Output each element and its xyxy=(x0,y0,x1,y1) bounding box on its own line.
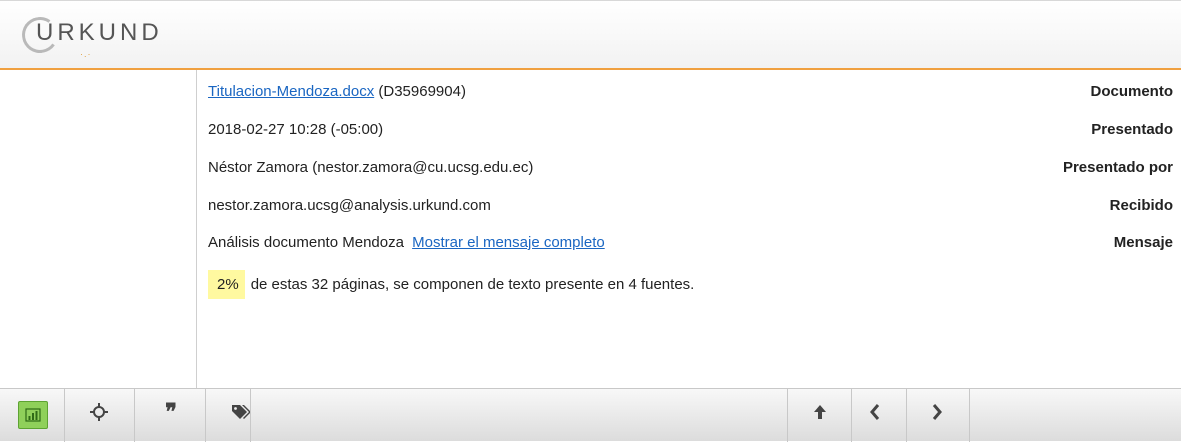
next-button[interactable] xyxy=(920,397,954,427)
quote-icon: ❞ xyxy=(165,399,177,425)
documento-label: Documento xyxy=(1090,83,1174,100)
show-full-message-link[interactable]: Mostrar el mensaje completo xyxy=(412,234,605,251)
mensaje-label: Mensaje xyxy=(1113,234,1173,251)
presentado-por-label: Presentado por xyxy=(1062,159,1173,176)
similarity-percent-badge: 2% xyxy=(208,270,245,299)
bar-chart-button[interactable] xyxy=(18,401,48,429)
quote-button[interactable]: ❞ xyxy=(154,397,188,427)
chevron-right-icon xyxy=(932,404,942,420)
document-link[interactable]: Titulacion-Mendoza.docx xyxy=(208,83,374,100)
logo-text: URKUND xyxy=(36,19,163,46)
document-id: (D35969904) xyxy=(378,83,466,100)
header-bar: URKUND ·.· xyxy=(0,0,1181,68)
arrow-up-button[interactable] xyxy=(803,397,837,427)
presentado-label: Presentado xyxy=(1091,121,1173,138)
similarity-summary-text: de estas 32 páginas, se componen de text… xyxy=(250,276,695,293)
urkund-logo: URKUND ·.· xyxy=(19,13,222,61)
bar-chart-icon xyxy=(25,408,41,422)
crosshair-icon xyxy=(90,403,108,421)
documento-value: Titulacion-Mendoza.docx (D35969904) xyxy=(208,83,466,100)
toolbar-separator xyxy=(851,389,852,442)
similarity-summary: 2% de estas 32 páginas, se componen de te… xyxy=(208,270,694,299)
toolbar-separator xyxy=(906,389,907,442)
toolbar-separator xyxy=(969,389,970,442)
chevron-left-icon xyxy=(870,404,880,420)
mensaje-text: Análisis documento Mendoza xyxy=(208,234,404,251)
toolbar-separator xyxy=(134,389,135,442)
toolbar-separator xyxy=(787,389,788,442)
previous-button[interactable] xyxy=(858,397,892,427)
presentado-por-value: Néstor Zamora (nestor.zamora@cu.ucsg.edu… xyxy=(208,159,534,176)
tags-button[interactable] xyxy=(225,397,259,427)
logo-dots-icon: ·.· xyxy=(80,49,92,59)
mensaje-value: Análisis documento Mendoza Mostrar el me… xyxy=(208,234,605,251)
bottom-toolbar: ❞ xyxy=(0,388,1181,442)
crosshair-button[interactable] xyxy=(82,397,116,427)
toolbar-separator xyxy=(205,389,206,442)
presentado-value: 2018-02-27 10:28 (-05:00) xyxy=(208,121,384,138)
recibido-label: Recibido xyxy=(1109,197,1173,214)
label-column xyxy=(0,70,197,388)
toolbar-separator xyxy=(64,389,65,442)
recibido-value: nestor.zamora.ucsg@analysis.urkund.com xyxy=(208,197,491,214)
arrow-up-icon xyxy=(814,405,826,419)
toolbar-separator xyxy=(250,389,251,442)
